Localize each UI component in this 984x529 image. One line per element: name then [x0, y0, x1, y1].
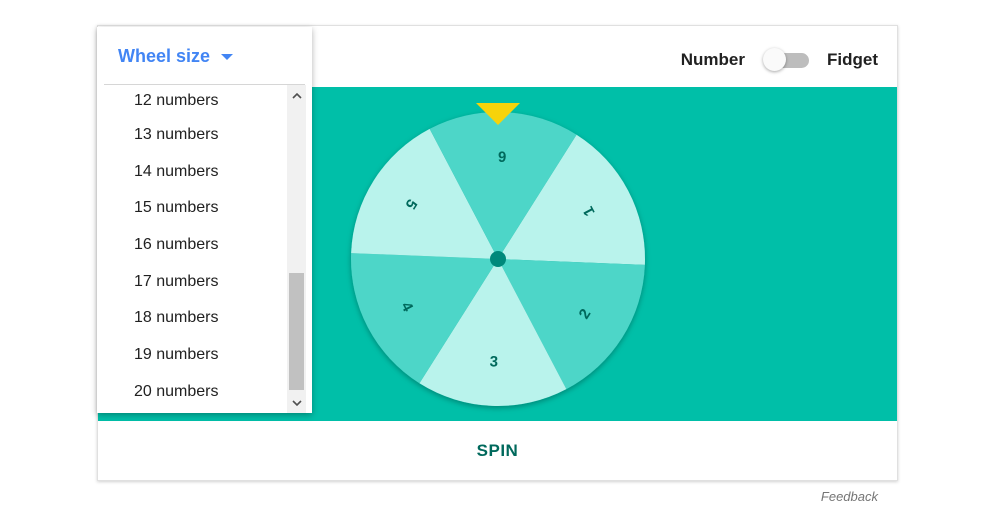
mode-toggle-row: Number Fidget [681, 48, 878, 72]
card-footer: SPIN [98, 421, 897, 481]
feedback-link[interactable]: Feedback [821, 489, 878, 504]
wheel-size-option[interactable]: 19 numbers [104, 337, 287, 374]
toggle-label-number: Number [680, 50, 745, 69]
toggle-label-fidget: Fidget [827, 50, 878, 69]
wheel-size-dropdown-toggle[interactable]: Wheel size [97, 27, 312, 85]
wheel-size-option[interactable]: 13 numbers [104, 117, 287, 154]
wheel-size-option[interactable]: 14 numbers [104, 154, 287, 191]
mode-toggle-switch[interactable] [763, 48, 809, 72]
wheel-size-option[interactable]: 16 numbers [104, 227, 287, 264]
wheel-size-dropdown: Wheel size 12 numbers 13 numbers 14 numb… [97, 27, 312, 413]
wheel-segment-label: 6 [498, 147, 507, 164]
wheel-size-option[interactable]: 20 numbers [104, 374, 287, 411]
options-scrollbar[interactable] [287, 85, 306, 413]
wheel-size-options: 12 numbers 13 numbers 14 numbers 15 numb… [104, 85, 287, 413]
wheel-segment-label: 3 [489, 353, 498, 370]
scrollbar-thumb[interactable] [289, 273, 304, 390]
wheel-size-option[interactable]: 18 numbers [104, 300, 287, 337]
scroll-up-icon[interactable] [287, 87, 306, 104]
wheel-size-option[interactable]: 12 numbers [104, 85, 287, 117]
toggle-thumb[interactable] [763, 48, 786, 71]
caret-down-icon [221, 54, 234, 60]
wheel-size-option[interactable]: 17 numbers [104, 264, 287, 301]
wheel-hub [490, 251, 506, 267]
wheel-size-option[interactable]: 15 numbers [104, 190, 287, 227]
wheel-size-title: Wheel size [118, 45, 211, 66]
spin-button[interactable]: SPIN [461, 433, 535, 469]
scroll-down-icon[interactable] [287, 394, 306, 411]
